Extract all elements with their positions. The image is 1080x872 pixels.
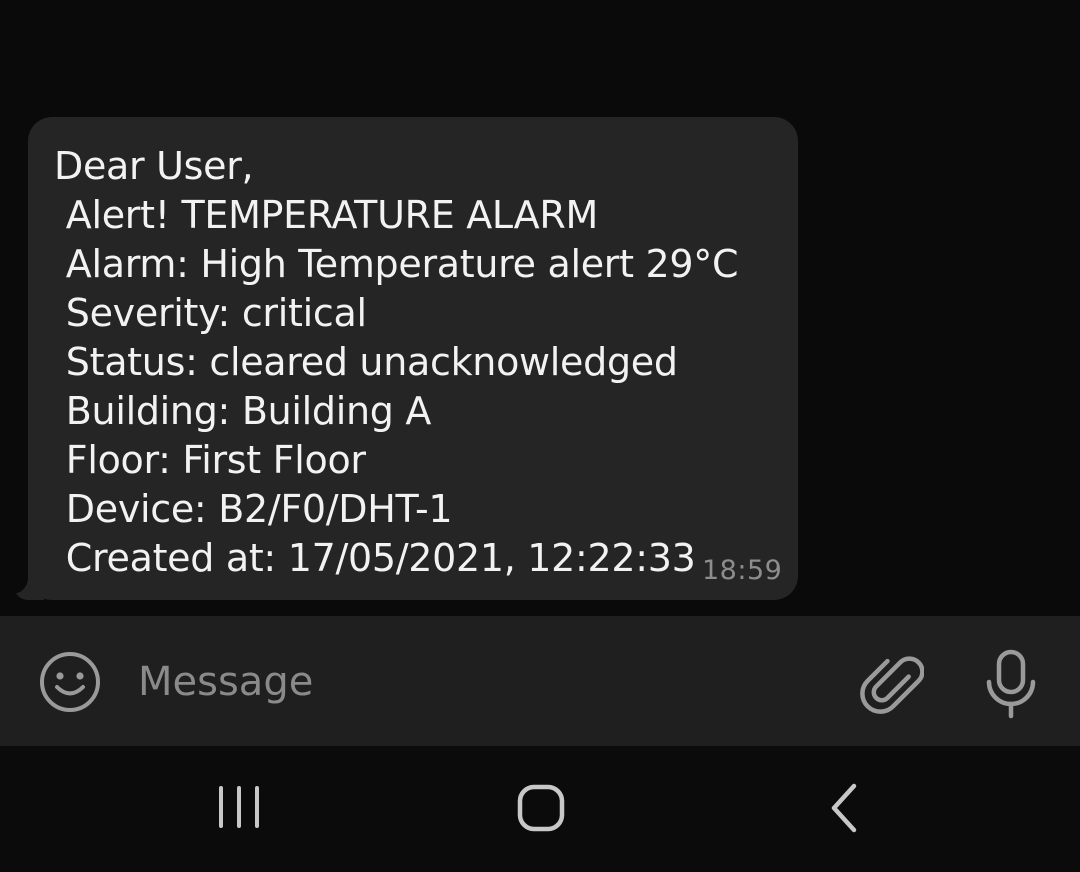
message-timestamp: 18:59 <box>702 555 783 586</box>
message-line: Device: B2/F0/DHT-1 <box>54 487 453 531</box>
message-line: Alert! TEMPERATURE ALARM <box>54 193 598 237</box>
message-line: Severity: critical <box>54 291 367 335</box>
message-line: Floor: First Floor <box>54 438 366 482</box>
recent-apps-icon[interactable] <box>204 778 274 838</box>
message-line: Dear User, <box>54 144 254 188</box>
message-line: Status: cleared unacknowledged <box>54 340 678 384</box>
message-line: Created at: 17/05/2021, 12:22:33 <box>54 536 696 580</box>
paperclip-icon[interactable] <box>858 646 925 720</box>
back-chevron-icon[interactable] <box>810 778 880 838</box>
microphone-icon[interactable] <box>978 646 1044 722</box>
home-icon[interactable] <box>506 778 576 838</box>
message-line: Alarm: High Temperature alert 29°C <box>54 242 739 286</box>
message-text: Dear User, Alert! TEMPERATURE ALARM Alar… <box>54 142 739 583</box>
system-navigation-bar <box>0 746 1080 872</box>
message-input[interactable] <box>138 654 818 710</box>
message-line: Building: Building A <box>54 389 432 433</box>
message-composer <box>0 616 1080 746</box>
smiley-face-icon[interactable] <box>38 650 102 714</box>
